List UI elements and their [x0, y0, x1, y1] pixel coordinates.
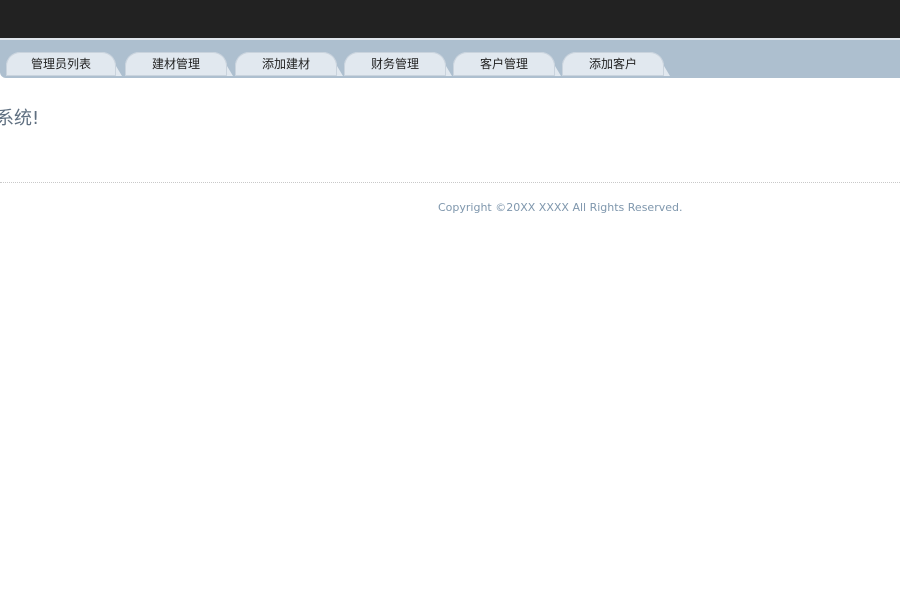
tab-corner — [337, 66, 343, 76]
tab-label: 管理员列表 — [30, 57, 91, 71]
tab-corner — [555, 66, 561, 76]
tab-add-customer[interactable]: 添加客户 — [562, 52, 670, 76]
tab-add-material[interactable]: 添加建材 — [235, 52, 343, 76]
copyright-text: Copyright ©20XX XXXX All Rights Reserved… — [438, 201, 683, 214]
tab-label: 添加建材 — [261, 57, 310, 71]
tab-customers[interactable]: 客户管理 — [453, 52, 561, 76]
tab-label: 财务管理 — [370, 57, 419, 71]
tab-label: 添加客户 — [588, 57, 637, 71]
top-header-bar — [0, 0, 900, 38]
footer-divider — [0, 182, 900, 183]
tab-finance[interactable]: 财务管理 — [344, 52, 452, 76]
main-nav-bar: 管理员列表 建材管理 添加建材 财务管理 客户管理 添加客户 — [0, 40, 900, 78]
tab-label: 建材管理 — [151, 57, 200, 71]
tab-corner — [227, 66, 233, 76]
tab-corner — [446, 66, 452, 76]
tab-building-materials[interactable]: 建材管理 — [125, 52, 233, 76]
tab-corner — [116, 66, 122, 76]
welcome-message: 系统! — [0, 108, 40, 129]
tab-admin-list[interactable]: 管理员列表 — [6, 52, 122, 76]
tab-corner — [664, 66, 670, 76]
tab-label: 客户管理 — [479, 57, 528, 71]
